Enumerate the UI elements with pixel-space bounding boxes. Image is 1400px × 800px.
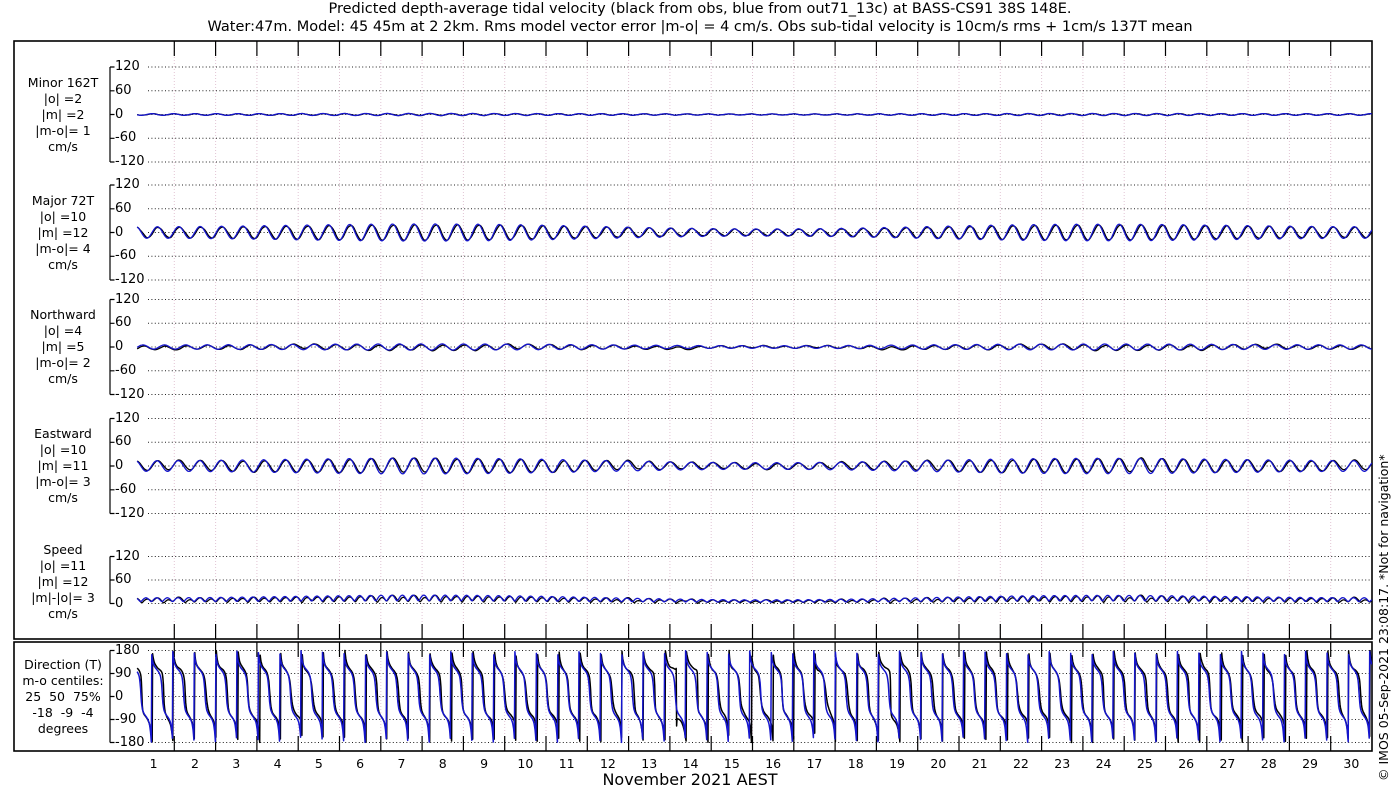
panel-label-line: |o| =11 [39,558,87,573]
y-tick-label: 120 [115,291,140,307]
x-tick-label: 16 [765,756,782,771]
y-tick-label: 120 [115,59,140,74]
x-tick-label: 21 [971,756,988,771]
x-tick-label: 23 [1054,756,1071,771]
plot-canvas [13,40,1373,752]
x-tick-label: 10 [517,756,534,771]
x-tick-label: 12 [599,756,616,771]
y-tick-label: 60 [115,82,132,98]
y-tick-label: -120 [115,505,145,521]
x-tick-label: 4 [273,756,282,771]
panel-label-line: |m-o|= 4 [35,240,91,256]
x-tick-label: 8 [438,756,447,771]
panel-label-line: Northward [30,307,96,322]
panel-label-line: |o| =10 [39,208,87,224]
y-tick-label: -120 [115,386,145,402]
panel-label-line: |m| =11 [37,458,89,473]
y-tick-label: -60 [115,248,137,264]
x-axis-title: November 2021 AEST [602,770,778,789]
y-tick-label: 0 [115,595,124,611]
y-tick-label: 120 [115,410,140,426]
panel-label-line: m-o centiles: [22,673,104,688]
panel-label-line: 25 50 75% [25,689,101,704]
x-tick-label: 18 [847,756,864,771]
panel-label-line: |o| =2 [43,90,83,106]
y-tick-label: 60 [115,434,132,450]
panel-label-line: cm/s [48,371,78,386]
chart-title-line1: Predicted depth-average tidal velocity (… [328,1,1072,17]
y-tick-label: 0 [115,106,124,122]
y-tick-label: -90 [115,711,137,727]
x-tick-label: 29 [1302,756,1318,771]
panel-label-line: -18 -9 -4 [32,705,94,720]
x-tick-label: 25 [1136,756,1153,771]
panel-label-line: |m| =12 [37,224,89,240]
x-tick-label: 19 [889,756,905,771]
copyright-watermark: © IMOS 05-Sep-2021 23:08:17. *Not for na… [1376,454,1391,781]
panel-label-line: |m-o|= 1 [35,122,91,138]
y-tick-label: 0 [115,688,124,704]
x-tick-label: 20 [930,756,947,771]
y-tick-label: 120 [115,177,140,192]
x-tick-label: 9 [480,756,489,771]
panel-label-line: |m|-|o|= 3 [31,590,95,605]
y-tick-label: 60 [115,200,132,216]
velocity-panels-frame [13,40,1373,640]
y-tick-label: 0 [115,458,124,473]
panel-label-line: cm/s [48,138,78,154]
y-tick-label: 60 [115,315,132,331]
x-tick-label: 22 [1012,756,1029,771]
x-tick-label: 2 [190,756,199,771]
panel-label-line: Major 72T [31,192,95,208]
panel-label-line: Minor 162T [27,74,99,90]
x-tick-label: 28 [1260,756,1277,771]
x-tick-label: 11 [558,756,575,771]
panel-label-line: |m-o|= 3 [35,474,91,489]
y-tick-label: -60 [115,362,137,378]
panel-label-line: degrees [37,721,89,736]
y-tick-label: -120 [115,154,145,169]
tidal-velocity-figure: Predicted depth-average tidal velocity (… [0,0,1400,800]
panel-label-line: cm/s [48,256,78,272]
panel-label-line: |m| =12 [37,574,89,589]
panel-label-line: Eastward [34,426,92,441]
y-tick-label: -120 [115,272,145,287]
x-tick-label: 27 [1219,756,1236,771]
y-tick-label: 0 [115,224,124,240]
y-tick-label: 60 [115,572,132,587]
x-tick-label: 13 [641,756,658,771]
x-tick-label: 26 [1178,756,1195,771]
x-tick-label: 15 [723,756,740,771]
model-series-panel-6 [136,649,1372,744]
panel-label-line: |m| =2 [41,106,85,122]
panel-label-line: |m| =5 [41,339,85,354]
panel-label-line: Direction (T) [24,657,102,672]
x-tick-label: 7 [397,756,406,771]
x-tick-label: 24 [1095,756,1112,771]
y-tick-label: 120 [115,548,140,564]
panel-label-line: cm/s [48,606,78,621]
y-tick-label: 0 [115,339,124,354]
y-tick-label: 180 [115,642,140,658]
y-tick-label: -60 [115,130,137,146]
panel-label-line: Speed [43,542,83,557]
chart-title-line2: Water:47m. Model: 45 45m at 2 2km. Rms m… [207,19,1193,35]
x-tick-label: 30 [1343,756,1360,771]
x-tick-label: 3 [232,756,241,771]
y-tick-label: 90 [115,665,132,681]
panel-label-line: |o| =10 [39,442,87,457]
x-tick-label: 17 [806,756,823,771]
panel-label-line: |o| =4 [43,323,83,338]
panel-label-line: cm/s [48,490,78,505]
panel-label-line: |m-o|= 2 [35,355,91,370]
y-tick-label: -180 [115,734,145,750]
x-tick-label: 5 [314,756,323,771]
x-tick-label: 14 [682,756,699,771]
x-tick-label: 1 [149,756,158,771]
x-tick-label: 6 [356,756,365,771]
y-tick-label: -60 [115,481,137,497]
